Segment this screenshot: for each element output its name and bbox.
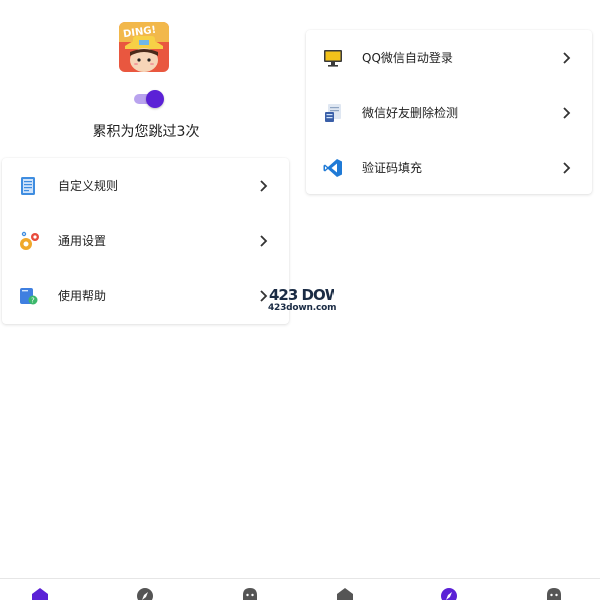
vscode-icon — [323, 158, 343, 178]
menu-item-help[interactable]: ? 使用帮助 — [2, 268, 289, 323]
chevron-right-icon — [560, 105, 572, 119]
nav-profile[interactable] — [241, 587, 259, 600]
svg-text:?: ? — [31, 297, 35, 305]
skip-count-text: 累积为您跳过3次 — [92, 124, 200, 140]
nav-discover[interactable] — [136, 587, 154, 600]
menu-item-general-settings[interactable]: 通用设置 — [2, 213, 289, 268]
rules-document-icon — [18, 176, 38, 196]
menu-item-label: 通用设置 — [58, 234, 107, 248]
ghost-icon — [547, 588, 561, 600]
chevron-right-icon — [560, 50, 572, 64]
menu-item-label: 微信好友删除检测 — [362, 106, 459, 120]
nav-home-2[interactable] — [336, 587, 354, 600]
left-menu-card: 自定义规则 通用设置 ? 使用帮助 — [2, 158, 289, 324]
bottom-nav — [0, 578, 600, 600]
right-menu-card: QQ微信自动登录 微信好友删除检测 验证码填充 — [306, 30, 592, 194]
avatar-image: DING! — [119, 22, 169, 72]
settings-gears-icon — [18, 231, 39, 251]
monitor-icon — [323, 48, 343, 68]
watermark-logo-text: 423 DOWN — [269, 286, 334, 304]
skip-toggle[interactable] — [134, 90, 164, 108]
app-avatar[interactable]: DING! — [119, 22, 169, 72]
menu-item-label: QQ微信自动登录 — [362, 51, 453, 65]
watermark-text: 423down.com — [268, 303, 337, 313]
menu-item-custom-rules[interactable]: 自定义规则 — [2, 158, 289, 213]
watermark: 423 DOWN 423down.com — [268, 286, 353, 316]
document-scan-icon — [323, 103, 343, 123]
toggle-knob — [146, 90, 164, 108]
menu-item-label: 验证码填充 — [362, 161, 423, 175]
help-icon: ? — [18, 286, 38, 306]
menu-item-captcha-fill[interactable]: 验证码填充 — [306, 140, 592, 195]
nav-home[interactable] — [31, 587, 49, 600]
home-icon — [32, 588, 48, 600]
home-icon — [337, 588, 353, 600]
chevron-right-icon — [257, 178, 269, 192]
chevron-right-icon — [560, 160, 572, 174]
nav-discover-2[interactable] — [440, 587, 458, 600]
compass-icon — [441, 588, 457, 600]
menu-item-label: 自定义规则 — [58, 179, 119, 193]
menu-item-label: 使用帮助 — [58, 289, 107, 303]
compass-icon — [137, 588, 153, 600]
menu-item-qq-wechat-auto-login[interactable]: QQ微信自动登录 — [306, 30, 592, 85]
menu-item-wechat-friend-delete-check[interactable]: 微信好友删除检测 — [306, 85, 592, 140]
ghost-icon — [243, 588, 257, 600]
watermark-logo: 423 DOWN — [269, 286, 353, 304]
app-screen: DING! 累积为您跳过3次 自定义规则 通用设置 ? 使用帮助 QQ微信自动登… — [0, 0, 600, 600]
chevron-right-icon — [257, 233, 269, 247]
nav-profile-2[interactable] — [545, 587, 563, 600]
